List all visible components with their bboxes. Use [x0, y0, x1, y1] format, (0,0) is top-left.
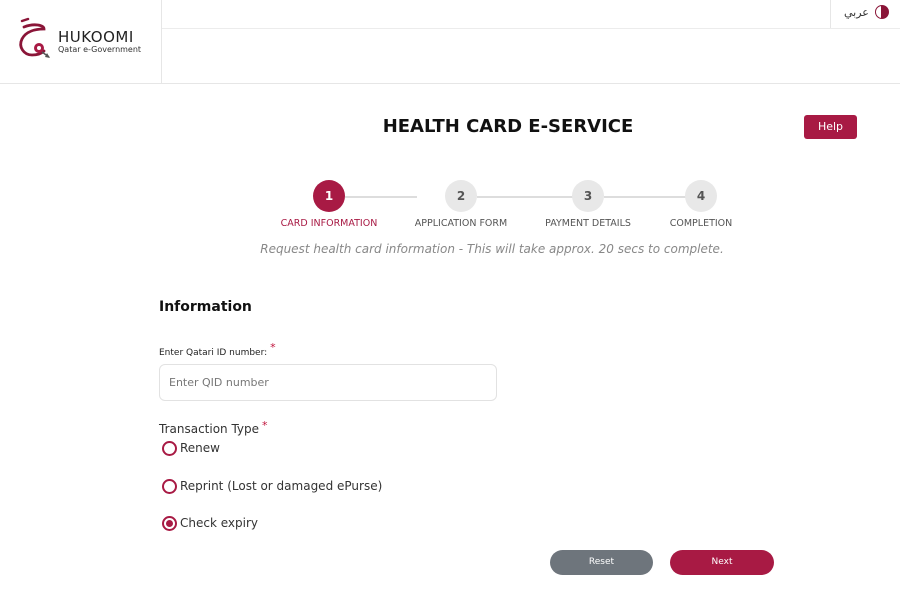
radio-button[interactable]	[162, 515, 177, 531]
step-4-circle: 4	[685, 180, 717, 212]
language-switch[interactable]: عربي	[830, 0, 900, 28]
step-2-circle: 2	[445, 180, 477, 212]
logo-title: HUKOOMI	[58, 28, 134, 46]
radio-label: Check expiry	[180, 516, 258, 530]
qatar-flag-icon	[875, 5, 889, 19]
required-marker: *	[270, 341, 276, 354]
step-1-label: CARD INFORMATION	[280, 218, 378, 229]
step-connector	[604, 196, 686, 198]
next-button[interactable]: Next	[670, 550, 774, 575]
qid-input[interactable]	[159, 364, 497, 401]
radio-label: Renew	[180, 441, 220, 455]
transaction-type-label: Transaction Type *	[159, 419, 268, 436]
radio-label: Reprint (Lost or damaged ePurse)	[180, 479, 383, 493]
step-connector	[477, 196, 573, 198]
step-2-label: APPLICATION FORM	[414, 218, 508, 229]
reset-button[interactable]: Reset	[550, 550, 653, 575]
transaction-type-text: Transaction Type	[159, 422, 260, 436]
radio-check-expiry[interactable]: Check expiry	[162, 514, 258, 532]
step-connector	[345, 196, 417, 198]
step-4-label: COMPLETION	[669, 218, 733, 229]
radio-button[interactable]	[162, 478, 177, 494]
progress-stepper: 1 2 3 4 CARD INFORMATION APPLICATION FOR…	[0, 180, 900, 240]
qid-label: Enter Qatari ID number: *	[159, 341, 276, 358]
step-1-circle: 1	[313, 180, 345, 212]
logo-subtitle: Qatar e-Government	[58, 45, 142, 54]
step-3-circle: 3	[572, 180, 604, 212]
section-title: Information	[159, 299, 252, 315]
radio-renew[interactable]: Renew	[162, 439, 220, 457]
site-header: HUKOOMI Qatar e-Government عربي	[0, 0, 900, 84]
topbar-divider	[162, 28, 900, 29]
qid-label-text: Enter Qatari ID number:	[159, 348, 268, 358]
intro-text: Request health card information - This w…	[260, 242, 724, 256]
page-title: HEALTH CARD E-SERVICE	[382, 116, 634, 137]
hukoomi-logo-icon	[19, 17, 50, 58]
required-marker: *	[262, 419, 268, 432]
language-label[interactable]: عربي	[844, 6, 869, 19]
radio-button[interactable]	[162, 440, 177, 456]
radio-reprint[interactable]: Reprint (Lost or damaged ePurse)	[162, 477, 382, 495]
logo[interactable]: HUKOOMI Qatar e-Government	[0, 0, 162, 84]
help-button[interactable]: Help	[804, 115, 857, 139]
